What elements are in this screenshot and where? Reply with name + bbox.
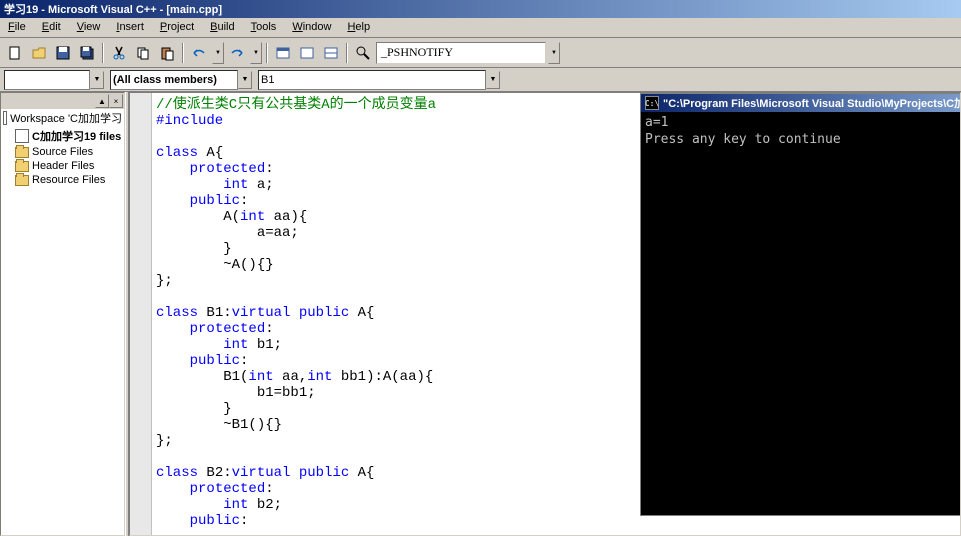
folder-icon <box>15 175 29 186</box>
copy-button[interactable] <box>132 42 154 64</box>
panel-close-button[interactable]: × <box>109 94 123 108</box>
folder-header-files[interactable]: Header Files <box>1 159 124 173</box>
menu-project[interactable]: Project <box>152 20 202 35</box>
undo-button[interactable] <box>188 42 210 64</box>
menu-window[interactable]: Window <box>284 20 339 35</box>
workspace-button[interactable] <box>272 42 294 64</box>
console-title[interactable]: C:\ "C:\Program Files\Microsoft Visual S… <box>641 94 961 112</box>
open-button[interactable] <box>28 42 50 64</box>
redo-button[interactable] <box>226 42 248 64</box>
window-title: 学习19 - Microsoft Visual C++ - [main.cpp] <box>0 0 961 18</box>
members-combo-btn[interactable]: ▼ <box>238 71 252 89</box>
find-button[interactable] <box>352 42 374 64</box>
cut-button[interactable] <box>108 42 130 64</box>
menu-edit[interactable]: Edit <box>34 20 69 35</box>
menu-build[interactable]: Build <box>202 20 242 35</box>
class-toolbar: ▼ (All class members) ▼ B1 ▼ <box>0 68 961 92</box>
project-icon <box>15 129 29 143</box>
new-button[interactable] <box>4 42 26 64</box>
console-output: a=1 Press any key to continue <box>641 112 961 150</box>
redo-dropdown[interactable]: ▼ <box>250 42 262 64</box>
function-combo-btn[interactable]: ▼ <box>486 71 500 89</box>
output-button[interactable] <box>296 42 318 64</box>
workspace-icon <box>3 111 7 125</box>
main-toolbar: ▼ ▼ _PSHNOTIFY ▼ <box>0 38 961 68</box>
menu-view[interactable]: View <box>69 20 109 35</box>
code-editor[interactable]: //使派生类C只有公共基类A的一个成员变量a#include class A{ … <box>129 92 961 536</box>
cmd-icon: C:\ <box>645 96 659 110</box>
save-all-button[interactable] <box>76 42 98 64</box>
panel-pin-button[interactable]: ▲ <box>95 94 109 108</box>
folder-resource-files[interactable]: Resource Files <box>1 173 124 187</box>
members-combo[interactable]: (All class members) <box>110 70 238 90</box>
window-list-button[interactable] <box>320 42 342 64</box>
undo-dropdown[interactable]: ▼ <box>212 42 224 64</box>
paste-button[interactable] <box>156 42 178 64</box>
menu-help[interactable]: Help <box>339 20 378 35</box>
workspace-node[interactable]: Workspace 'C加加学习 <box>1 109 124 127</box>
folder-source-files[interactable]: Source Files <box>1 145 124 159</box>
folder-icon <box>15 147 29 158</box>
find-dropdown[interactable]: ▼ <box>548 42 560 64</box>
menu-file[interactable]: File <box>0 20 34 35</box>
console-window[interactable]: C:\ "C:\Program Files\Microsoft Visual S… <box>640 93 961 516</box>
project-node[interactable]: C加加学习19 files <box>1 127 124 145</box>
save-button[interactable] <box>52 42 74 64</box>
class-combo[interactable] <box>4 70 90 90</box>
editor-gutter <box>130 93 152 535</box>
workspace-panel: ▲ × Workspace 'C加加学习 C加加学习19 files Sourc… <box>0 92 125 536</box>
menu-bar: FileEditViewInsertProjectBuildToolsWindo… <box>0 18 961 38</box>
find-input[interactable]: _PSHNOTIFY <box>376 42 546 64</box>
menu-tools[interactable]: Tools <box>243 20 285 35</box>
function-combo[interactable]: B1 <box>258 70 486 90</box>
folder-icon <box>15 161 29 172</box>
class-combo-btn[interactable]: ▼ <box>90 71 104 89</box>
menu-insert[interactable]: Insert <box>108 20 152 35</box>
